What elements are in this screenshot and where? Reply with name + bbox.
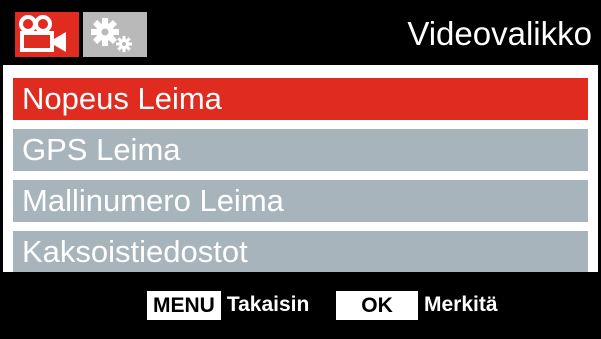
menu-item-dual-files[interactable]: Kaksoistiedostot	[13, 231, 588, 273]
menu-item-model-number-stamp[interactable]: Mallinumero Leima	[13, 180, 588, 222]
back-hint[interactable]: MENU Takaisin	[147, 290, 309, 320]
tab-video-menu[interactable]	[15, 12, 79, 57]
menu-item-speed-stamp[interactable]: Nopeus Leima	[13, 78, 588, 120]
menu-title: Videovalikko	[407, 15, 592, 52]
menu-item-gps-stamp[interactable]: GPS Leima	[13, 129, 588, 171]
ok-key-badge: OK	[336, 290, 418, 320]
video-camera-icon	[19, 15, 66, 52]
settings-gears-icon	[91, 18, 132, 52]
menu-key-badge: MENU	[147, 290, 221, 320]
tab-settings-menu[interactable]	[83, 12, 147, 57]
footer-bar: MENU Takaisin OK Merkitä	[3, 272, 598, 336]
header-bar: Videovalikko	[3, 3, 598, 65]
select-hint[interactable]: OK Merkitä	[336, 290, 498, 320]
select-action-label: Merkitä	[424, 293, 498, 316]
video-menu-list: Nopeus Leima GPS Leima Mallinumero Leima…	[13, 78, 588, 282]
dashcam-screen: Videovalikko Nopeus Leima GPS Leima Mall…	[0, 0, 601, 339]
back-action-label: Takaisin	[226, 293, 310, 316]
